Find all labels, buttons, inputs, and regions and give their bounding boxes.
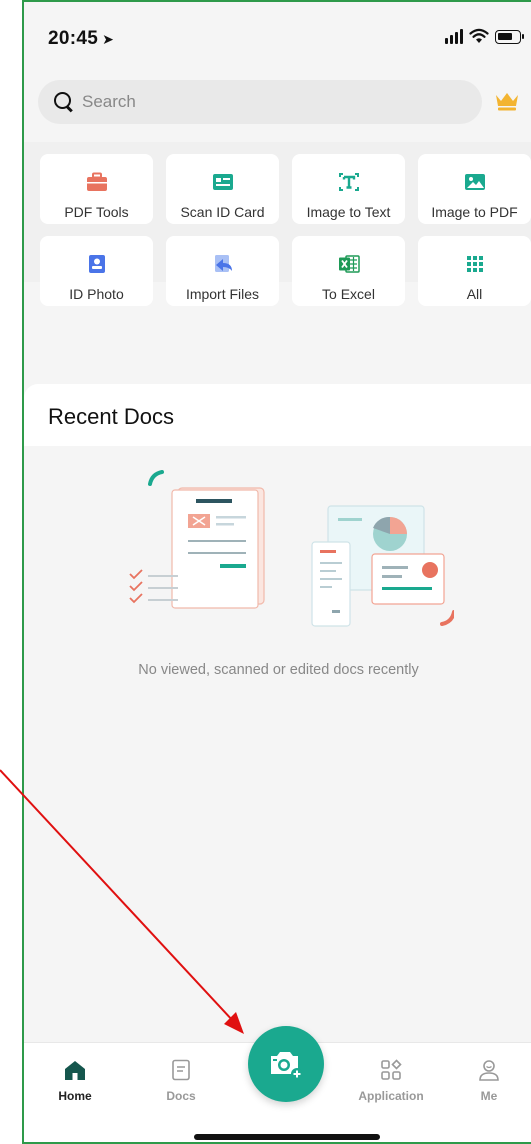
- excel-icon: [338, 255, 360, 273]
- tool-image-to-pdf[interactable]: Image to PDF: [418, 154, 531, 224]
- tool-to-excel[interactable]: To Excel: [292, 236, 405, 306]
- search-bar[interactable]: Search: [38, 80, 482, 124]
- tool-label: Import Files: [185, 286, 260, 302]
- briefcase-icon: [86, 172, 107, 191]
- tool-all[interactable]: All: [418, 236, 531, 306]
- tool-id-photo[interactable]: ID Photo: [40, 236, 153, 306]
- tool-pdf-tools[interactable]: PDF Tools: [40, 154, 153, 224]
- tab-home-label: Home: [58, 1089, 92, 1103]
- camera-scan-button[interactable]: [248, 1026, 324, 1102]
- status-time: 20:45 ➤: [48, 28, 114, 50]
- search-icon: [54, 92, 74, 112]
- battery-icon: [495, 30, 524, 44]
- tab-home[interactable]: Home: [30, 1059, 120, 1105]
- tool-image-to-text[interactable]: Image to Text: [292, 154, 405, 224]
- home-icon: [65, 1061, 85, 1080]
- home-indicator: [194, 1134, 380, 1140]
- recent-docs-title: Recent Docs: [48, 404, 174, 429]
- application-icon: [381, 1059, 402, 1080]
- grid-icon: [466, 256, 483, 272]
- tab-application[interactable]: Application: [346, 1059, 436, 1105]
- signal-icon: [445, 28, 463, 44]
- tab-docs-label: Docs: [166, 1089, 196, 1103]
- crown-icon[interactable]: [494, 90, 520, 112]
- tool-scan-id-card[interactable]: Scan ID Card: [166, 154, 279, 224]
- tool-label: All: [466, 286, 483, 302]
- tool-label: ID Photo: [69, 286, 124, 302]
- status-bar: 20:45 ➤: [24, 2, 531, 66]
- profile-icon: [479, 1060, 499, 1081]
- phone-screen: 20:45 ➤ Search PDF Tools Scan ID Card Im…: [22, 0, 531, 1144]
- tool-label: Image to Text: [306, 204, 391, 220]
- tab-me-label: Me: [480, 1089, 498, 1103]
- tab-docs[interactable]: Docs: [136, 1059, 226, 1105]
- image-icon: [464, 174, 485, 190]
- docs-icon: [172, 1059, 190, 1081]
- tool-label: To Excel: [322, 286, 375, 302]
- status-icons: [445, 28, 524, 44]
- text-recognition-icon: [338, 173, 359, 191]
- id-photo-icon: [88, 255, 105, 273]
- tab-me[interactable]: Me: [454, 1059, 524, 1105]
- wifi-icon: [469, 28, 489, 43]
- search-placeholder: Search: [82, 92, 136, 111]
- tool-label: Scan ID Card: [180, 204, 265, 220]
- import-icon: [214, 255, 232, 272]
- empty-state-message: No viewed, scanned or edited docs recent…: [138, 662, 419, 678]
- location-icon: ➤: [102, 31, 115, 47]
- empty-docs-illustration: [129, 470, 454, 627]
- tool-label: Image to PDF: [431, 204, 518, 220]
- time-text: 20:45: [48, 28, 99, 49]
- camera-add-icon: [271, 1052, 303, 1079]
- id-card-icon: [212, 174, 233, 190]
- tool-import-files[interactable]: Import Files: [166, 236, 279, 306]
- tab-application-label: Application: [358, 1089, 424, 1103]
- tool-label: PDF Tools: [64, 204, 129, 220]
